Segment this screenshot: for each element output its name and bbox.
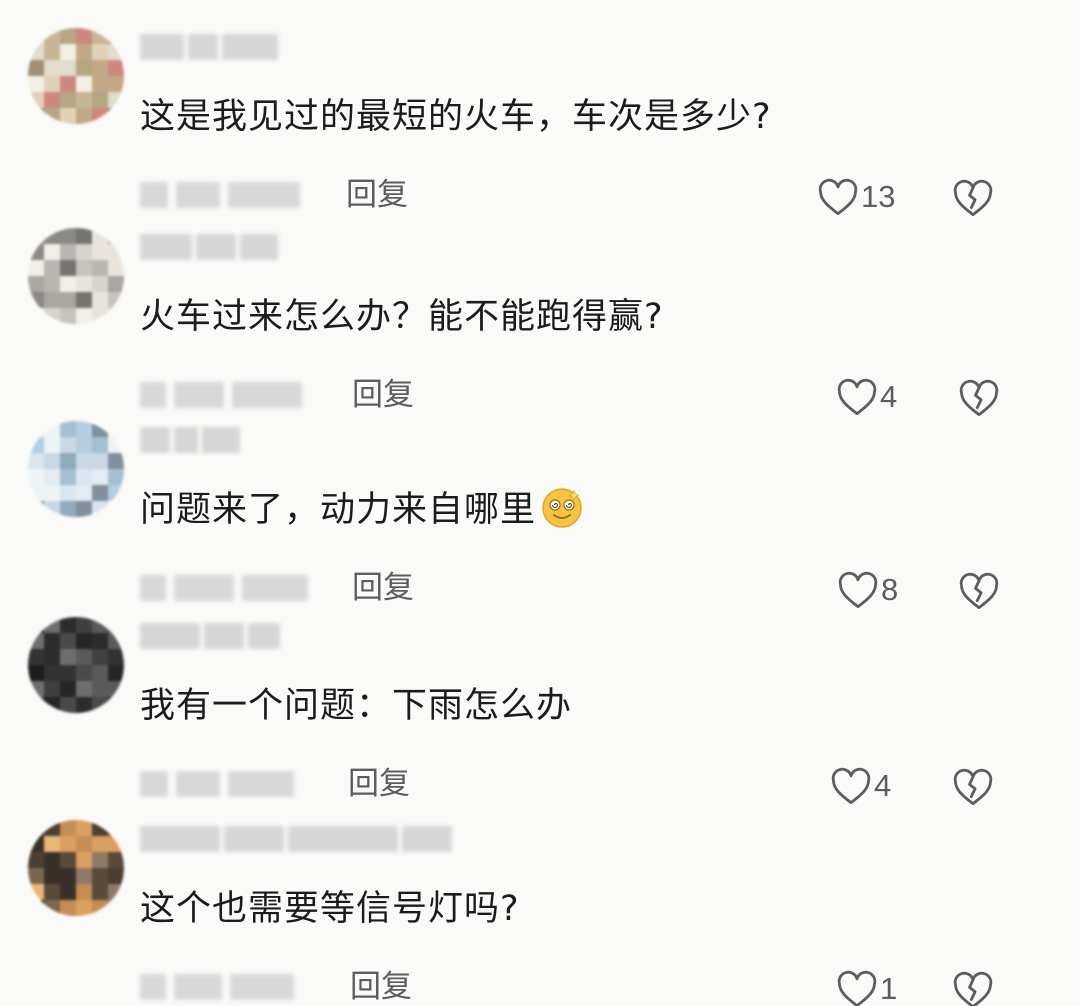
reply-button[interactable]: 回复 [350,970,412,1004]
comment-item: 火车过来怎么办？能不能跑得赢? 回复 4 [0,228,1080,418]
broken-heart-icon [953,768,993,806]
comment-text-content: 问题来了，动力来自哪里 [140,490,537,530]
reply-button[interactable]: 回复 [348,767,410,801]
dislike-button[interactable] [952,767,994,807]
broken-heart-icon [953,179,993,217]
comment-meta-blurred [140,970,294,1004]
comment-text: 我有一个问题：下雨怎么办 [140,686,573,726]
avatar[interactable] [28,421,124,517]
like-count: 1 [880,971,898,1006]
comment-text: 火车过来怎么办？能不能跑得赢? [140,297,664,337]
comment-item: 我有一个问题：下雨怎么办 回复 4 [0,617,1080,807]
heart-icon [837,378,877,416]
comment-meta-blurred [140,378,302,412]
dislike-button[interactable] [958,571,1000,611]
like-count: 4 [874,768,892,803]
reply-button[interactable]: 回复 [352,571,414,605]
comment-list: 这是我见过的最短的火车，车次是多少? 回复 13 火车过来怎么办？能不能跑得赢?… [0,0,1080,1006]
comment-item: 问题来了，动力来自哪里 回复 8 [0,421,1080,611]
reply-button[interactable]: 回复 [346,178,408,212]
like-count: 8 [881,572,899,607]
comment-text: 这个也需要等信号灯吗? [140,889,520,929]
username-blurred[interactable] [140,234,278,260]
dislike-button[interactable] [952,178,994,218]
comment-meta-blurred [140,178,300,212]
like-button[interactable]: 13 [817,175,895,219]
heart-icon [831,767,871,805]
like-button[interactable]: 1 [836,967,897,1006]
like-button[interactable]: 8 [837,568,898,612]
avatar[interactable] [28,228,124,324]
reply-button[interactable]: 回复 [352,378,414,412]
avatar[interactable] [28,820,124,916]
username-blurred[interactable] [140,427,240,453]
avatar[interactable] [28,617,124,713]
username-blurred[interactable] [140,34,278,60]
username-blurred[interactable] [140,623,280,649]
comment-text: 这是我见过的最短的火车，车次是多少? [140,97,772,137]
comment-meta-blurred [140,571,308,605]
broken-heart-icon [959,572,999,610]
comment-item: 这是我见过的最短的火车，车次是多少? 回复 13 [0,28,1080,218]
dislike-button[interactable] [958,378,1000,418]
username-blurred[interactable] [140,826,452,852]
heart-icon [837,970,877,1006]
broken-heart-icon [959,379,999,417]
broken-heart-icon [953,971,993,1006]
avatar[interactable] [28,28,124,124]
dislike-button[interactable] [952,970,994,1006]
like-count: 4 [880,379,898,414]
dizzy-face-emoji-icon [542,487,582,528]
comment-text: 问题来了，动力来自哪里 [140,481,584,532]
heart-icon [818,178,858,216]
like-count: 13 [861,179,896,214]
heart-icon [838,571,878,609]
like-button[interactable]: 4 [836,375,897,419]
comment-item: 这个也需要等信号灯吗? 回复 1 [0,820,1080,1006]
comment-meta-blurred [140,767,294,801]
like-button[interactable]: 4 [830,764,891,808]
